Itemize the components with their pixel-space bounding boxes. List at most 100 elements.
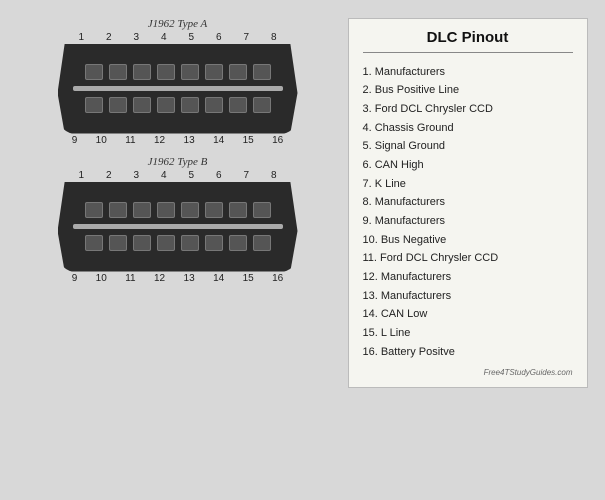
pin-num-14: 14 [213, 135, 224, 146]
pin-b11 [133, 235, 151, 251]
connector-b-top-pins: 1 2 3 4 5 6 7 8 [58, 170, 298, 181]
connector-b-block: J1962 Type B 1 2 3 4 5 6 7 8 [58, 156, 298, 284]
main-container: J1962 Type A 1 2 3 4 5 6 7 8 [8, 8, 598, 493]
watermark: Free4TStudyGuides.com [363, 368, 573, 377]
pinout-item-11: 11. Ford DCL Chrysler CCD [363, 249, 573, 268]
connectors-section: J1962 Type A 1 2 3 4 5 6 7 8 [18, 18, 338, 284]
pin-num-5: 5 [188, 32, 194, 43]
pin-num-7: 7 [243, 32, 249, 43]
pin-a7 [229, 64, 247, 80]
pin-b-num-11: 11 [125, 273, 135, 284]
pinout-item-6: 6. CAN High [363, 156, 573, 175]
pin-b15 [229, 235, 247, 251]
pin-a10 [109, 97, 127, 113]
pin-a6 [205, 64, 223, 80]
pin-num-1: 1 [78, 32, 84, 43]
pin-b7 [229, 202, 247, 218]
pin-b-num-4: 4 [161, 170, 167, 181]
pin-b-num-10: 10 [96, 273, 107, 284]
pin-b-num-5: 5 [188, 170, 194, 181]
pinout-item-2: 2. Bus Positive Line [363, 81, 573, 100]
pin-num-16: 16 [272, 135, 283, 146]
pinout-item-8: 8. Manufacturers [363, 193, 573, 212]
pin-num-13: 13 [184, 135, 195, 146]
connector-a-body [58, 44, 298, 134]
pin-num-3: 3 [133, 32, 139, 43]
pin-b-num-1: 1 [78, 170, 84, 181]
pin-b9 [85, 235, 103, 251]
pinout-item-9: 9. Manufacturers [363, 212, 573, 231]
pin-b6 [205, 202, 223, 218]
connector-b-row-bottom [85, 235, 271, 251]
pin-b-num-13: 13 [184, 273, 195, 284]
pin-b8 [253, 202, 271, 218]
pinout-item-16: 16. Battery Positve [363, 343, 573, 362]
pin-b1 [85, 202, 103, 218]
pin-a13 [181, 97, 199, 113]
connector-b-row-top [85, 202, 271, 218]
connector-a-bottom-pins: 9 10 11 12 13 14 15 16 [58, 135, 298, 146]
pin-a11 [133, 97, 151, 113]
pin-b-num-8: 8 [271, 170, 277, 181]
pinout-item-4: 4. Chassis Ground [363, 119, 573, 138]
pin-a3 [133, 64, 151, 80]
pin-b4 [157, 202, 175, 218]
connector-a-block: J1962 Type A 1 2 3 4 5 6 7 8 [58, 18, 298, 146]
pin-b-num-16: 16 [272, 273, 283, 284]
pinout-item-15: 15. L Line [363, 324, 573, 343]
pinout-list: 1. Manufacturers2. Bus Positive Line3. F… [363, 63, 573, 362]
pin-num-15: 15 [243, 135, 254, 146]
pin-b-num-12: 12 [154, 273, 165, 284]
pin-num-6: 6 [216, 32, 222, 43]
pin-b5 [181, 202, 199, 218]
pin-b-num-2: 2 [106, 170, 112, 181]
pinout-item-5: 5. Signal Ground [363, 137, 573, 156]
pin-a5 [181, 64, 199, 80]
pin-b12 [157, 235, 175, 251]
pin-num-4: 4 [161, 32, 167, 43]
pin-a9 [85, 97, 103, 113]
pin-b16 [253, 235, 271, 251]
pin-num-11: 11 [125, 135, 135, 146]
pin-a4 [157, 64, 175, 80]
pinout-title: DLC Pinout [363, 29, 573, 53]
pin-num-10: 10 [96, 135, 107, 146]
connector-a-row-bottom [85, 97, 271, 113]
pin-a8 [253, 64, 271, 80]
pin-b-num-15: 15 [243, 273, 254, 284]
connector-b-title: J1962 Type B [148, 156, 208, 168]
pin-b14 [205, 235, 223, 251]
pinout-item-10: 10. Bus Negative [363, 231, 573, 250]
pin-b10 [109, 235, 127, 251]
connector-a-stripe [73, 86, 283, 91]
pin-num-2: 2 [106, 32, 112, 43]
connector-a-top-pins: 1 2 3 4 5 6 7 8 [58, 32, 298, 43]
pinout-item-14: 14. CAN Low [363, 305, 573, 324]
pin-b-num-9: 9 [72, 273, 78, 284]
pinout-item-12: 12. Manufacturers [363, 268, 573, 287]
pin-a1 [85, 64, 103, 80]
pinout-panel: DLC Pinout 1. Manufacturers2. Bus Positi… [348, 18, 588, 388]
pin-a16 [253, 97, 271, 113]
connector-b-body [58, 182, 298, 272]
pin-b-num-3: 3 [133, 170, 139, 181]
pin-b3 [133, 202, 151, 218]
pin-b-num-14: 14 [213, 273, 224, 284]
pin-a2 [109, 64, 127, 80]
pinout-item-3: 3. Ford DCL Chrysler CCD [363, 100, 573, 119]
pin-b-num-7: 7 [243, 170, 249, 181]
pinout-item-1: 1. Manufacturers [363, 63, 573, 82]
pin-num-8: 8 [271, 32, 277, 43]
pin-a14 [205, 97, 223, 113]
pin-num-12: 12 [154, 135, 165, 146]
connector-b-bottom-pins: 9 10 11 12 13 14 15 16 [58, 273, 298, 284]
pin-num-9: 9 [72, 135, 78, 146]
connector-a-row-top [85, 64, 271, 80]
pin-b13 [181, 235, 199, 251]
connector-b-stripe [73, 224, 283, 229]
connector-a-title: J1962 Type A [148, 18, 207, 30]
pin-b-num-6: 6 [216, 170, 222, 181]
pinout-item-7: 7. K Line [363, 175, 573, 194]
pin-a12 [157, 97, 175, 113]
pin-a15 [229, 97, 247, 113]
